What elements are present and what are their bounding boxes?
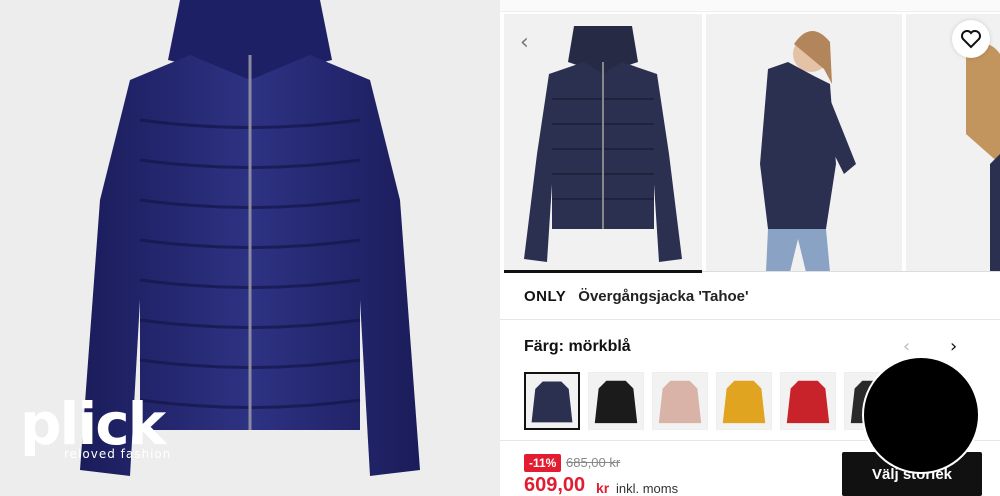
chevron-right-icon[interactable]: › — [950, 336, 957, 357]
chevron-left-icon[interactable]: ‹ — [903, 336, 910, 357]
hero-product-photo: plick reloved fashion — [0, 0, 500, 496]
plick-logo: plick reloved fashion — [20, 395, 171, 461]
price-currency: kr — [596, 480, 610, 496]
gallery-image-side[interactable] — [906, 14, 1000, 272]
vat-note: inkl. moms — [616, 481, 679, 496]
logo-tagline: reloved fashion — [64, 447, 172, 461]
color-value: mörkblå — [568, 338, 631, 355]
swatch-rose[interactable] — [652, 372, 708, 430]
color-row: Färg: mörkblå — [524, 338, 631, 356]
redaction-circle — [862, 356, 980, 474]
current-price: 609,00 — [524, 474, 586, 496]
old-price: 685,00 kr — [566, 455, 621, 470]
top-strip — [500, 0, 1000, 12]
swatch-red[interactable] — [780, 372, 836, 430]
gallery-indicator-active — [504, 270, 702, 273]
gallery-image-model[interactable] — [706, 14, 902, 272]
discount-badge: -11% — [524, 454, 562, 472]
color-label: Färg: — [524, 338, 564, 355]
image-gallery[interactable]: ‹ — [504, 14, 1000, 272]
heart-icon[interactable] — [952, 20, 990, 58]
logo-wordmark: plick — [20, 390, 166, 458]
shop-app-screen: ‹ ONLY Övergångsjacka 'Tahoe' Färg: mörk… — [500, 0, 1000, 496]
swatch-black[interactable] — [588, 372, 644, 430]
product-title-bar: ONLY Övergångsjacka 'Tahoe' — [500, 274, 1000, 320]
swatch-yellow[interactable] — [716, 372, 772, 430]
chevron-left-icon[interactable]: ‹ — [520, 30, 529, 55]
swatch-navy[interactable] — [524, 372, 580, 430]
gallery-image-front[interactable]: ‹ — [504, 14, 702, 272]
product-name: Övergångsjacka 'Tahoe' — [578, 288, 749, 305]
product-brand[interactable]: ONLY — [524, 288, 566, 305]
